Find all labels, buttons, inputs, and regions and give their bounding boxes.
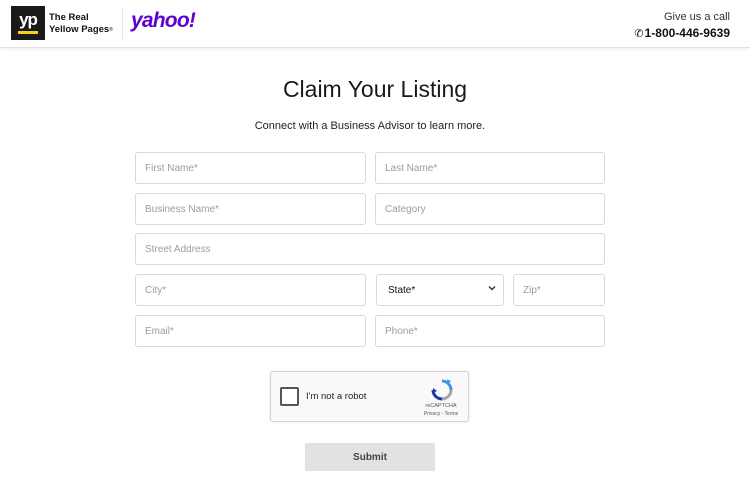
page-title: Claim Your Listing [282, 76, 468, 102]
city-input[interactable] [135, 274, 366, 306]
recaptcha-logo-icon [431, 379, 453, 401]
recaptcha-privacy-terms-links[interactable]: Privacy - Terms [415, 411, 467, 417]
recaptcha-widget: I'm not a robot reCAPTCHA Privacy - Term… [270, 371, 469, 422]
category-input[interactable] [375, 193, 605, 225]
email-input[interactable] [135, 315, 366, 347]
yp-trademark: ® [109, 27, 113, 33]
site-header: yp The Real Yellow Pages® yahoo! Give us… [0, 0, 750, 48]
yp-logo[interactable]: yp [11, 6, 45, 40]
page-subtitle: Connect with a Business Advisor to learn… [254, 120, 486, 132]
yp-logo-text: yp [19, 9, 38, 29]
last-name-input[interactable] [375, 152, 605, 184]
yp-brand-line2-wrap: Yellow Pages® [49, 24, 113, 36]
phone-icon: ✆ [634, 28, 644, 40]
yp-brand-line2: Yellow Pages [49, 24, 110, 35]
yp-brand-line1: The Real [49, 12, 89, 23]
first-name-input[interactable] [135, 152, 366, 184]
yp-brand-name[interactable]: The Real Yellow Pages® [49, 12, 113, 36]
call-area: Give us a call ✆1-800-446-9639 [634, 10, 730, 42]
business-name-input[interactable] [135, 193, 366, 225]
zip-input[interactable] [513, 274, 605, 306]
yahoo-logo[interactable]: yahoo! [131, 9, 196, 33]
street-address-input[interactable] [135, 233, 605, 265]
call-phone-link[interactable]: ✆1-800-446-9639 [634, 25, 730, 42]
recaptcha-checkbox[interactable] [280, 387, 299, 406]
submit-button[interactable]: Submit [305, 443, 435, 471]
header-divider [122, 8, 123, 40]
chevron-down-icon [488, 286, 496, 291]
yp-logo-bar [18, 30, 38, 34]
phone-input[interactable] [375, 315, 605, 347]
state-select[interactable]: State* [376, 274, 504, 306]
recaptcha-brand: reCAPTCHA [425, 403, 457, 409]
call-label: Give us a call [663, 11, 730, 23]
call-phone-number: 1-800-446-9639 [644, 26, 730, 40]
recaptcha-label: I'm not a robot [306, 391, 367, 402]
state-select-value: State* [388, 285, 416, 296]
